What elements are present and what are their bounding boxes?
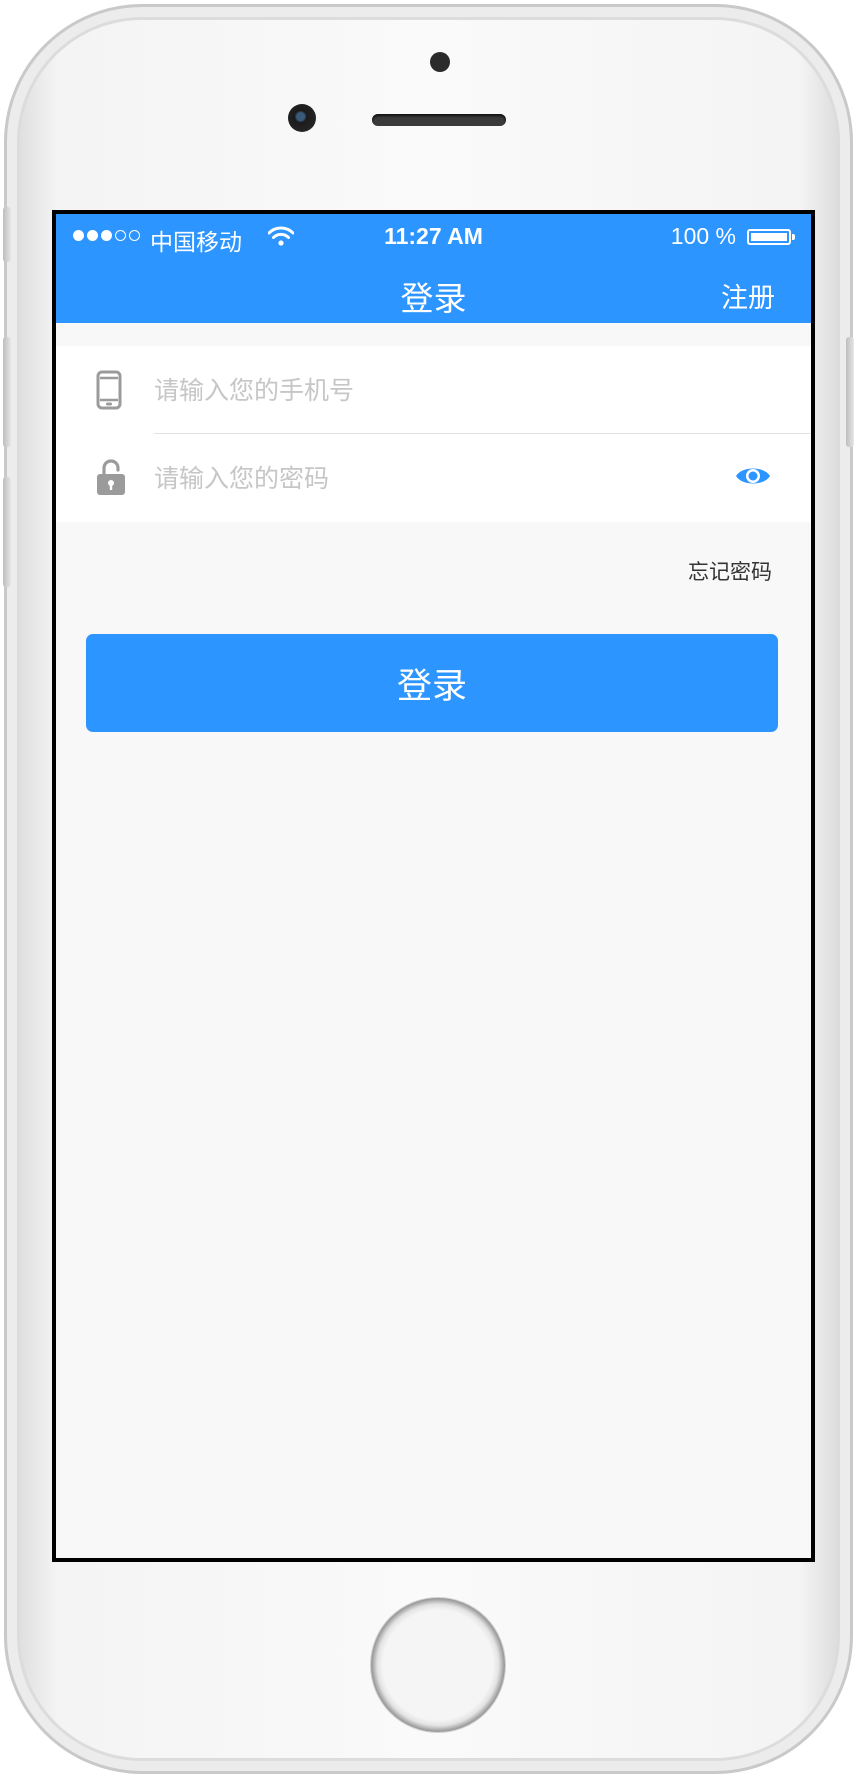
- phone-row: [56, 346, 811, 434]
- phone-screen: 中国移动 11:27 AM 100 % 登录 注册 请输入您的手机号 忘记密码 …: [52, 210, 815, 1562]
- forgot-password-link[interactable]: 忘记密码: [688, 556, 772, 586]
- phone-icon: [96, 370, 122, 414]
- battery-percent: 100 %: [670, 223, 736, 249]
- unlock-icon: [96, 458, 126, 500]
- power-button: [846, 337, 854, 447]
- password-input[interactable]: [154, 458, 674, 498]
- volume-up-button: [3, 337, 11, 447]
- login-button[interactable]: 登录: [86, 634, 778, 732]
- earpiece-speaker: [372, 114, 506, 126]
- app-screen: 中国移动 11:27 AM 100 % 登录 注册 请输入您的手机号 忘记密码 …: [56, 214, 811, 1558]
- status-bar: 中国移动 11:27 AM 100 %: [56, 214, 811, 258]
- phone-input[interactable]: [154, 370, 674, 410]
- eye-icon[interactable]: [735, 464, 771, 492]
- volume-down-button: [3, 477, 11, 587]
- navigation-bar: 登录 注册: [56, 258, 811, 323]
- login-form: [56, 346, 811, 522]
- page-title: 登录: [400, 279, 467, 318]
- register-button[interactable]: 注册: [721, 276, 775, 315]
- front-camera: [288, 104, 316, 132]
- proximity-sensor: [430, 52, 450, 72]
- home-button[interactable]: [370, 1597, 506, 1733]
- password-row: [56, 434, 811, 522]
- battery-icon: [747, 229, 795, 245]
- mute-switch: [3, 207, 11, 262]
